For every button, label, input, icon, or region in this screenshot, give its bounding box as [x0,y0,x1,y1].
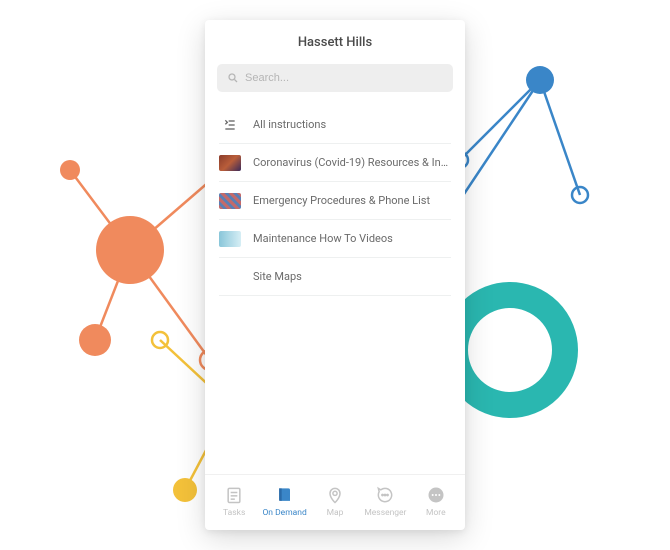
search-input[interactable] [245,72,443,84]
list-item[interactable]: Maintenance How To Videos [219,220,451,258]
tab-label: Tasks [223,508,245,518]
book-icon [275,485,295,505]
list-item-label: Coronavirus (Covid-19) Resources & Infor… [253,156,451,169]
tab-more[interactable]: More [411,485,461,518]
list-item-label: Site Maps [253,270,302,283]
thumbnail-icon [219,193,241,209]
search-icon [227,72,239,84]
thumbnail-icon [219,269,241,285]
thumbnail-icon [219,155,241,171]
list-item[interactable]: Emergency Procedures & Phone List [219,182,451,220]
list-item-all[interactable]: All instructions [219,106,451,144]
list-item-label: All instructions [253,118,326,131]
app-frame: Hassett Hills All instructions [205,20,465,530]
tab-label: Map [327,508,344,518]
instruction-list: All instructions Coronavirus (Covid-19) … [205,98,465,474]
list-item[interactable]: Site Maps [219,258,451,296]
list-item-label: Emergency Procedures & Phone List [253,194,430,207]
list-item[interactable]: Coronavirus (Covid-19) Resources & Infor… [219,144,451,182]
more-icon [426,485,446,505]
pin-icon [325,485,345,505]
tab-label: On Demand [262,508,306,518]
tab-tasks[interactable]: Tasks [209,485,259,518]
app-header: Hassett Hills [205,20,465,64]
list-item-label: Maintenance How To Videos [253,232,393,245]
bottom-tabs: Tasks On Demand Map Messenger [205,474,465,530]
thumbnail-icon [219,231,241,247]
tab-map[interactable]: Map [310,485,360,518]
search-field[interactable] [217,64,453,92]
clipboard-icon [224,485,244,505]
tab-messenger[interactable]: Messenger [360,485,410,518]
tab-on-demand[interactable]: On Demand [259,485,309,518]
search-bar [205,64,465,98]
list-icon [219,117,241,133]
tab-label: Messenger [364,508,406,518]
page-title: Hassett Hills [298,35,372,50]
tab-label: More [426,508,446,518]
chat-icon [375,485,395,505]
